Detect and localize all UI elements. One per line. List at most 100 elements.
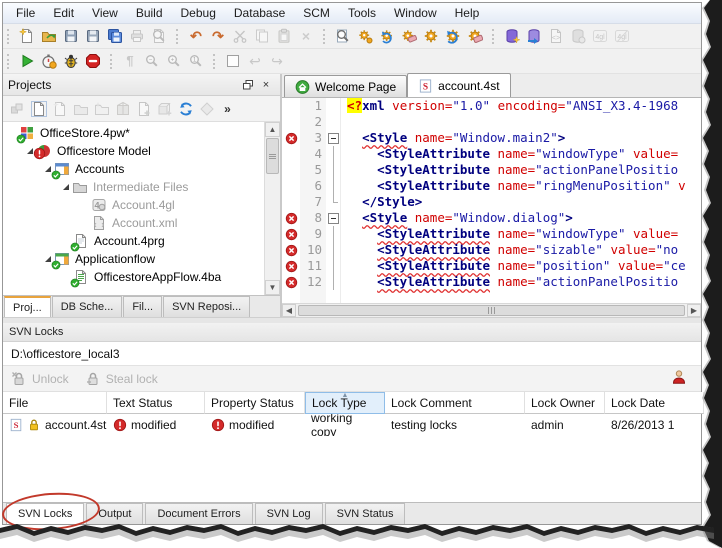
database-schema-button[interactable]	[567, 26, 589, 46]
zoom-100-button[interactable]: 1	[185, 51, 207, 71]
panel-tab-0[interactable]: Proj...	[4, 296, 51, 317]
column-header-property-status[interactable]: Property Status	[205, 392, 305, 414]
clean-all-button[interactable]	[464, 26, 486, 46]
table-row[interactable]: Saccount.4st modified modified working copy…	[3, 411, 701, 439]
new-group-button[interactable]	[91, 99, 112, 119]
editor-hscrollbar[interactable]: ◀ ▶	[282, 303, 701, 317]
bottom-tab-output[interactable]: Output	[86, 503, 144, 524]
print-preview-button[interactable]	[148, 26, 170, 46]
panel-tab-2[interactable]: Fil...	[123, 296, 163, 317]
fold-toggle-icon[interactable]	[327, 212, 339, 224]
cut-button[interactable]	[229, 26, 251, 46]
editor-tab-welcome-page[interactable]: Welcome Page	[284, 75, 408, 97]
float-panel-icon[interactable]	[239, 77, 257, 93]
save-all-button[interactable]	[104, 26, 126, 46]
package-button[interactable]	[112, 99, 133, 119]
paragraph-button[interactable]: ¶	[119, 51, 141, 71]
scroll-up-icon[interactable]: ▲	[265, 122, 280, 137]
rebuild-button[interactable]	[376, 26, 398, 46]
paste-button[interactable]	[273, 26, 295, 46]
fold-toggle-icon[interactable]	[327, 132, 339, 144]
menu-debug[interactable]: Debug	[172, 4, 225, 22]
tree-item[interactable]: Account.xml	[3, 214, 280, 232]
bottom-tab-svn-log[interactable]: SVN Log	[254, 503, 323, 524]
menu-help[interactable]: Help	[446, 4, 489, 22]
open-file-button[interactable]	[38, 26, 60, 46]
new-file-project-button[interactable]	[28, 99, 49, 119]
tree-item[interactable]: Intermediate Files	[3, 178, 280, 196]
tree-item[interactable]: OfficeStore.4pw*	[3, 124, 280, 144]
link-4gl-button[interactable]: 4gl	[611, 26, 633, 46]
project-group-button[interactable]	[7, 99, 28, 119]
editor-tab-account-4st[interactable]: Saccount.4st	[407, 73, 511, 97]
form-frame-button[interactable]	[222, 51, 244, 71]
column-header-lock-date[interactable]: Lock Date	[605, 392, 704, 414]
run-button[interactable]	[16, 51, 38, 71]
expand-arrow-icon[interactable]	[63, 184, 69, 190]
bottom-tab-svn-status[interactable]: SVN Status	[324, 503, 406, 524]
undo-button[interactable]: ↶	[185, 26, 207, 46]
tree-item[interactable]: Applicationflow	[3, 250, 280, 270]
rebuild-all-button[interactable]	[442, 26, 464, 46]
new-virtual-folder-button[interactable]	[49, 99, 70, 119]
zoom-in-button[interactable]: +	[163, 51, 185, 71]
menu-view[interactable]: View	[83, 4, 127, 22]
compare-button[interactable]	[196, 99, 217, 119]
tree-item[interactable]: 4 Account.4gl	[3, 196, 280, 214]
profile-button[interactable]	[38, 51, 60, 71]
scroll-thumb[interactable]	[266, 138, 279, 174]
new-file-button[interactable]	[16, 26, 38, 46]
refresh-button[interactable]	[175, 99, 196, 119]
build-button[interactable]	[354, 26, 376, 46]
scroll-left-icon[interactable]: ◀	[282, 304, 296, 317]
delete-button[interactable]: ×	[295, 26, 317, 46]
nav-back-button[interactable]: ↩	[244, 51, 266, 71]
menu-tools[interactable]: Tools	[339, 4, 385, 22]
redo-button[interactable]: ↷	[207, 26, 229, 46]
zoom-out-button[interactable]: −	[141, 51, 163, 71]
tree-item[interactable]: Account.4prg	[3, 232, 280, 252]
bottom-tab-document-errors[interactable]: Document Errors	[145, 503, 253, 524]
column-header-text-status[interactable]: Text Status	[107, 392, 205, 414]
save-as-button[interactable]	[82, 26, 104, 46]
clean-button[interactable]	[398, 26, 420, 46]
save-button[interactable]	[60, 26, 82, 46]
column-header-lock-comment[interactable]: Lock Comment	[385, 392, 525, 414]
column-header-lock-owner[interactable]: Lock Owner	[525, 392, 605, 414]
steal-lock-button[interactable]: Steal lock	[85, 371, 158, 387]
add-library-button[interactable]	[154, 99, 175, 119]
menu-file[interactable]: File	[7, 4, 44, 22]
tree-scrollbar[interactable]: ▲ ▼	[264, 122, 280, 295]
menu-window[interactable]: Window	[385, 4, 446, 22]
menu-build[interactable]: Build	[127, 4, 172, 22]
close-panel-icon[interactable]: ×	[257, 77, 275, 93]
search-document-button[interactable]	[332, 26, 354, 46]
hscroll-thumb[interactable]	[298, 305, 685, 316]
print-button[interactable]	[126, 26, 148, 46]
panel-tab-1[interactable]: DB Sche...	[51, 296, 123, 317]
build-all-button[interactable]	[420, 26, 442, 46]
import-database-button[interactable]	[523, 26, 545, 46]
bottom-tab-svn-locks[interactable]: SVN Locks	[6, 503, 85, 524]
new-database-button[interactable]	[501, 26, 523, 46]
add-file-button[interactable]	[133, 99, 154, 119]
copy-button[interactable]	[251, 26, 273, 46]
overflow-button[interactable]: »	[217, 99, 238, 119]
column-header-file[interactable]: File	[3, 392, 107, 414]
stop-button[interactable]	[82, 51, 104, 71]
scroll-right-icon[interactable]: ▶	[687, 304, 701, 317]
nav-forward-button[interactable]: ↪	[266, 51, 288, 71]
svn-working-copy-path[interactable]: D:\officestore_local3	[3, 342, 701, 366]
menu-scm[interactable]: SCM	[294, 4, 339, 22]
column-header-lock-type[interactable]: ▲ Lock Type	[305, 392, 385, 414]
tree-item[interactable]: Officestore Model	[3, 142, 280, 160]
open-folder-button[interactable]	[70, 99, 91, 119]
compile-4gl-button[interactable]: 4gl	[589, 26, 611, 46]
panel-tab-3[interactable]: SVN Reposi...	[163, 296, 251, 317]
debug-button[interactable]	[60, 51, 82, 71]
tree-item[interactable]: OfficestoreAppFlow.4ba	[3, 268, 280, 288]
menu-database[interactable]: Database	[225, 4, 294, 22]
generate-code-button[interactable]: <>	[545, 26, 567, 46]
scroll-down-icon[interactable]: ▼	[265, 280, 280, 295]
tree-item[interactable]: Accounts	[3, 160, 280, 180]
